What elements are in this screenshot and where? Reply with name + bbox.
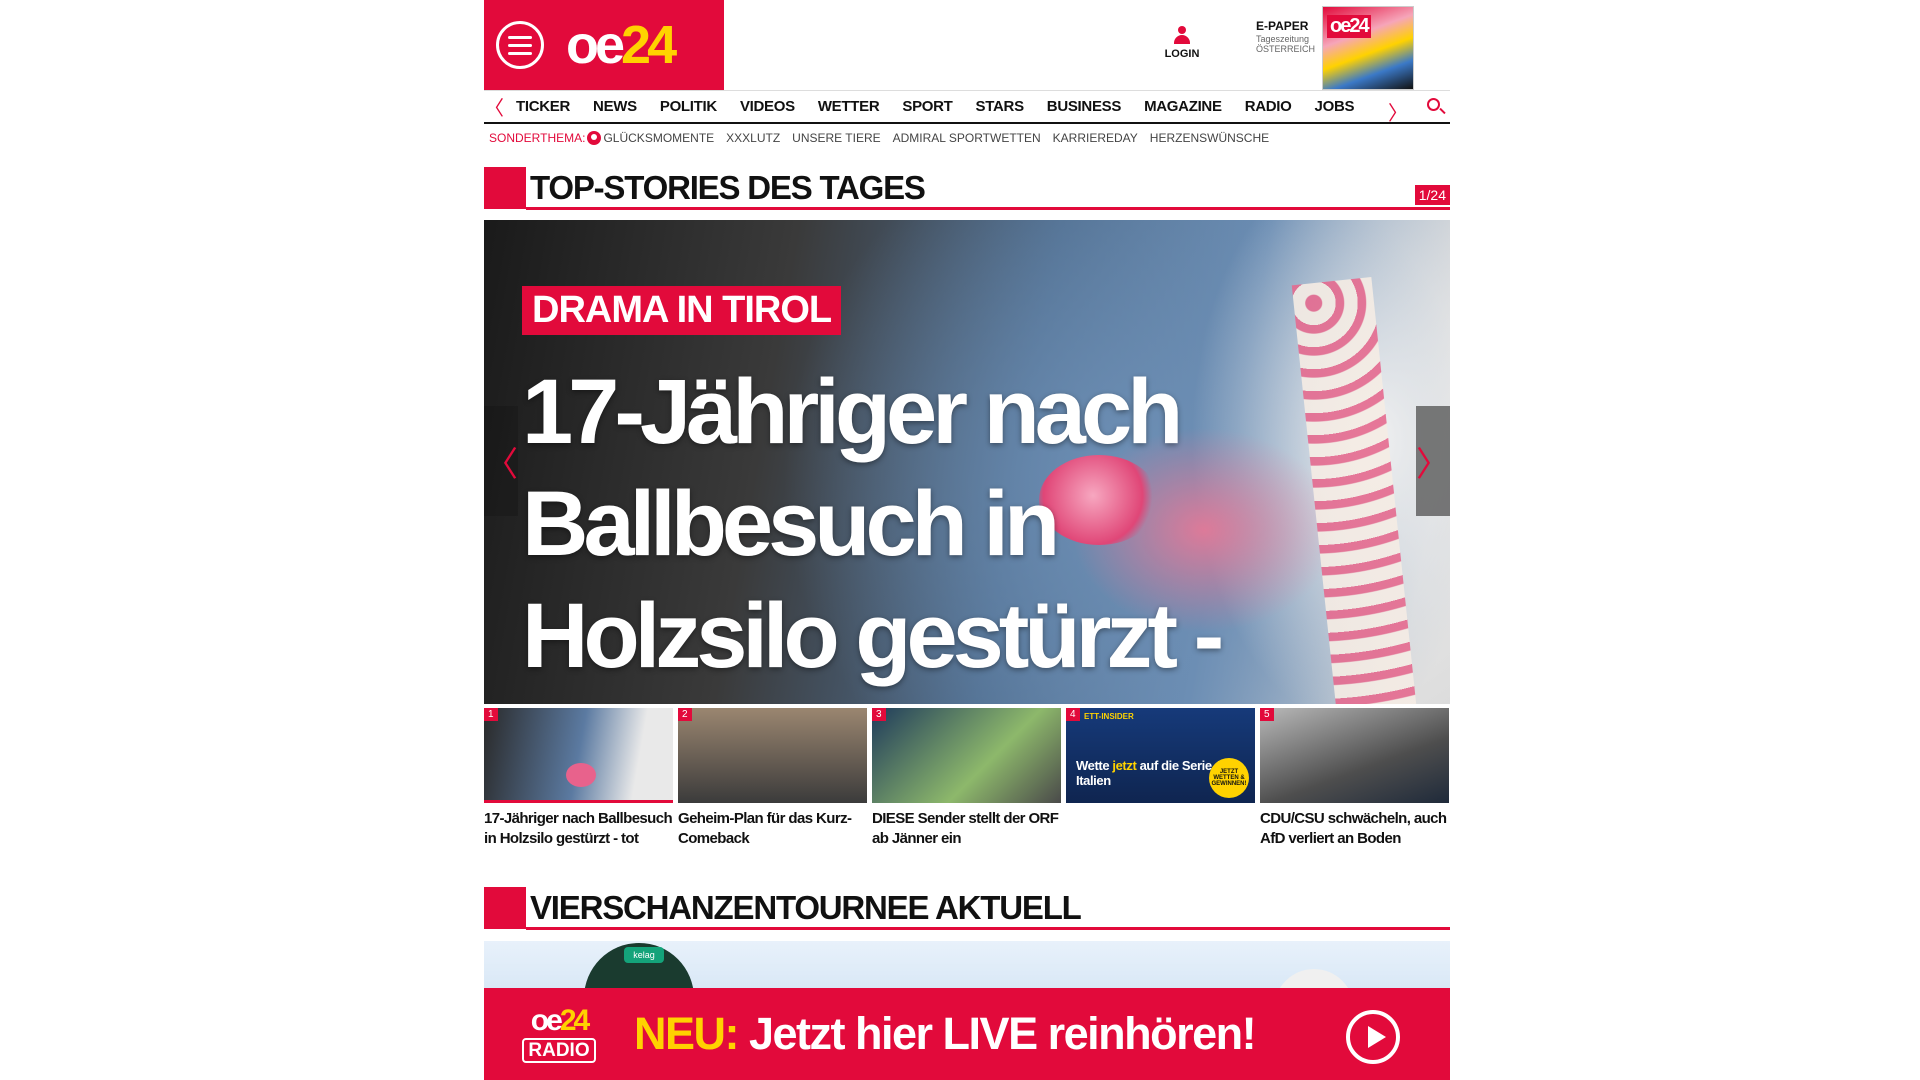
thumb-title[interactable]: CDU/CSU schwächeln, auch AfD verliert an…	[1260, 809, 1449, 849]
section-underline	[526, 927, 1450, 930]
thumb-title[interactable]: Geheim-Plan für das Kurz-Comeback	[678, 809, 867, 849]
subnav: SONDERTHEMA: GLÜCKSMOMENTE XXXLUTZ UNSER…	[484, 128, 1281, 148]
thumb-title[interactable]: 17-Jähriger nach Ballbesuch in Holzsilo …	[484, 809, 673, 849]
epaper-sub1: Tageszeitung	[1256, 33, 1310, 44]
section-title: VIERSCHANZENTOURNEE AKTUELL	[530, 889, 1082, 926]
nav-items: TICKER NEWS POLITIK VIDEOS WETTER SPORT …	[504, 98, 1365, 115]
helmet-image-2	[1274, 969, 1354, 989]
nav-item-jobs[interactable]: JOBS	[1303, 98, 1366, 115]
subnav-item-karriereday[interactable]: KARRIEREDAY	[1053, 131, 1138, 145]
gluecksmomente-icon	[587, 131, 602, 145]
nav-item-sport[interactable]: SPORT	[890, 98, 963, 115]
nav-item-videos[interactable]: VIDEOS	[728, 98, 806, 115]
user-icon	[1174, 26, 1190, 44]
epaper-link[interactable]: E-PAPER Tageszeitung ÖSTERREICH	[1256, 19, 1316, 55]
site-logo[interactable]: oe24	[566, 15, 677, 75]
subnav-item-gluecksmomente[interactable]: GLÜCKSMOMENTE	[603, 131, 714, 145]
slide-counter: 1/24	[1414, 185, 1450, 205]
ad-image: 4 ETT-INSIDER Wette jetzt auf die Serie …	[1066, 708, 1255, 803]
hero-prev-arrow-icon[interactable]: 〈	[484, 406, 518, 516]
login-button[interactable]: LOGIN	[1160, 26, 1204, 60]
story-thumb-1[interactable]: 1 17-Jähriger nach Ballbesuch in Holzsil…	[484, 708, 673, 858]
thumb-image: 2	[678, 708, 867, 803]
thumb-number: 5	[1260, 708, 1274, 721]
login-label: LOGIN	[1164, 48, 1200, 60]
nav-left-arrow-icon[interactable]: 〈	[484, 92, 504, 121]
nav-item-wetter[interactable]: WETTER	[806, 98, 891, 115]
story-thumb-2[interactable]: 2 Geheim-Plan für das Kurz-Comeback	[678, 708, 867, 858]
nav-item-ticker[interactable]: TICKER	[504, 98, 581, 115]
nav-item-magazine[interactable]: MAGAZINE	[1132, 98, 1233, 115]
thumb-image: 1	[484, 708, 673, 803]
subnav-item-admiral-sportwetten[interactable]: ADMIRAL SPORTWETTEN	[893, 131, 1041, 145]
nav-item-stars[interactable]: STARS	[964, 98, 1035, 115]
play-icon[interactable]	[1346, 1010, 1400, 1064]
nav-right-arrow-icon[interactable]: 〉	[1388, 97, 1408, 126]
hero-story[interactable]: DRAMA IN TIROL 17-Jähriger nach Ballbesu…	[484, 220, 1450, 704]
menu-icon-line	[508, 51, 532, 55]
logo-prefix: oe	[566, 15, 625, 75]
story-thumbnails: 1 17-Jähriger nach Ballbesuch in Holzsil…	[484, 708, 1450, 858]
section-underline	[526, 207, 1450, 210]
radio-cta-text: NEU: Jetzt hier LIVE reinhören!	[634, 1008, 1257, 1059]
menu-button[interactable]	[496, 21, 544, 69]
story-thumb-3[interactable]: 3 DIESE Sender stellt der ORF ab Jänner …	[872, 708, 1061, 858]
vierschanzen-image[interactable]: kelag	[484, 941, 1450, 989]
epaper-cover-logo: oe24	[1327, 15, 1371, 38]
thumb-image: 5	[1260, 708, 1449, 803]
story-thumb-4-ad[interactable]: 4 ETT-INSIDER Wette jetzt auf die Serie …	[1066, 708, 1255, 858]
hero-kicker: DRAMA IN TIROL	[522, 286, 842, 335]
nav-item-politik[interactable]: POLITIK	[648, 98, 728, 115]
nav-item-radio[interactable]: RADIO	[1233, 98, 1303, 115]
subnav-label: SONDERTHEMA:	[489, 131, 586, 145]
epaper-cover-image[interactable]: oe24	[1322, 6, 1414, 90]
epaper-title: E-PAPER	[1256, 19, 1309, 33]
thumb-number: 3	[872, 708, 886, 721]
section-bar	[484, 167, 526, 209]
menu-icon-line	[508, 35, 532, 39]
thumb-number: 4	[1066, 708, 1080, 721]
nav-item-business[interactable]: BUSINESS	[1035, 98, 1132, 115]
thumb-number: 1	[484, 708, 498, 721]
radio-banner[interactable]: oe24 RADIO NEU: Jetzt hier LIVE reinhöre…	[484, 988, 1450, 1080]
thumb-number: 2	[678, 708, 692, 721]
menu-icon-line	[508, 43, 532, 47]
top-stories-header: TOP-STORIES DES TAGES 1/24	[484, 167, 1450, 210]
logo-accent: 24	[621, 15, 677, 75]
section-bar	[484, 887, 526, 929]
vierschanzen-header: VIERSCHANZENTOURNEE AKTUELL	[484, 887, 1450, 930]
main-nav: 〈 TICKER NEWS POLITIK VIDEOS WETTER SPOR…	[484, 90, 1450, 126]
subnav-item-herzenswuensche[interactable]: HERZENSWÜNSCHE	[1150, 131, 1269, 145]
logo-block: oe24	[484, 0, 724, 90]
hero-title[interactable]: 17-Jähriger nach Ballbesuch in Holzsilo …	[522, 356, 1322, 704]
page: oe24 LOGIN E-PAPER Tageszeitung ÖSTERREI…	[484, 0, 1450, 1080]
subnav-item-unsere-tiere[interactable]: UNSERE TIERE	[792, 131, 880, 145]
ad-top-label: ETT-INSIDER	[1084, 712, 1134, 721]
thumb-title[interactable]: DIESE Sender stellt der ORF ab Jänner ei…	[872, 809, 1061, 849]
section-title: TOP-STORIES DES TAGES	[530, 169, 926, 206]
subnav-item-xxxlutz[interactable]: XXXLUTZ	[726, 131, 780, 145]
story-thumb-5[interactable]: 5 CDU/CSU schwächeln, auch AfD verliert …	[1260, 708, 1449, 858]
nav-item-news[interactable]: NEWS	[581, 98, 648, 115]
epaper-sub2: ÖSTERREICH	[1256, 44, 1316, 55]
ad-badge: JETZT WETTEN & GEWINNEN!	[1209, 758, 1249, 798]
thumb-image: 3	[872, 708, 1061, 803]
hero-next-arrow-icon[interactable]: 〉	[1416, 406, 1450, 516]
radio-logo: oe24 RADIO	[514, 1005, 604, 1063]
helmet-badge: kelag	[624, 947, 664, 963]
search-icon[interactable]	[1426, 97, 1446, 117]
